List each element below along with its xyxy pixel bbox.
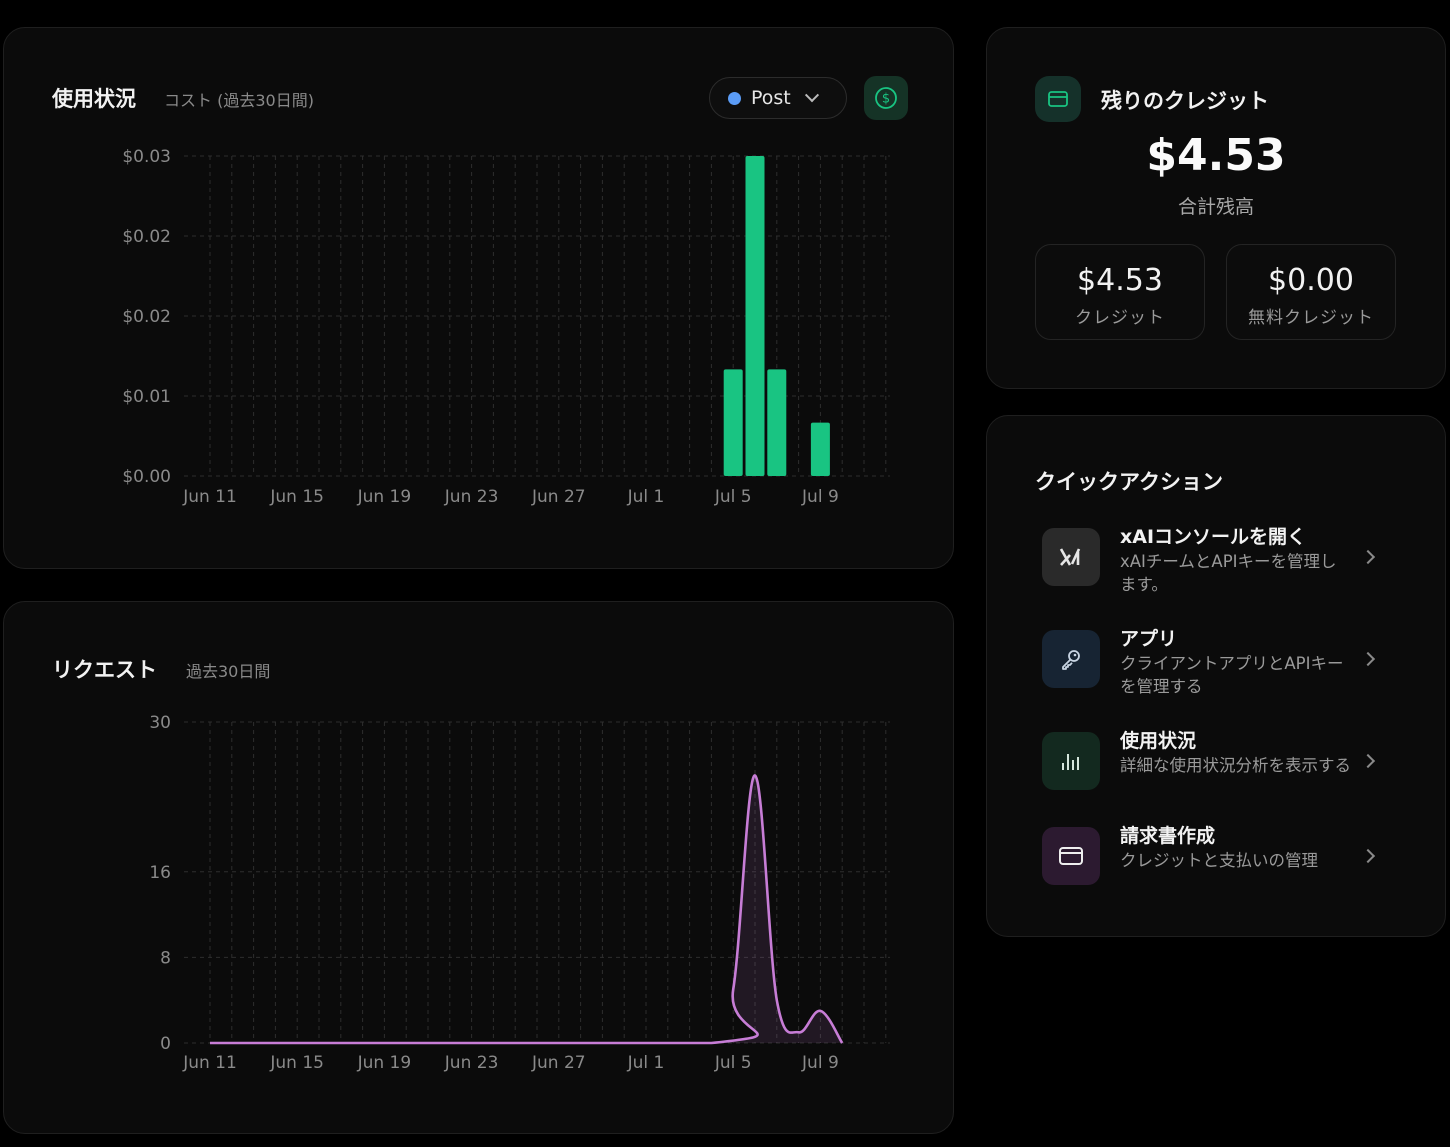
credit-card-icon (1059, 847, 1083, 865)
x-tick-label: Jul 1 (627, 487, 665, 507)
y-tick-label: 16 (149, 863, 171, 883)
x-tick-label: Jun 27 (531, 487, 586, 507)
qa-item-desc: 詳細な使用状況分析を表示する (1120, 756, 1351, 775)
x-tick-label: Jun 23 (444, 487, 499, 507)
credit-icon-box (1035, 76, 1081, 122)
paid-credit-box: $4.53 クレジット (1035, 244, 1205, 340)
qa-billing[interactable]: 請求書作成 クレジットと支払いの管理 (1037, 819, 1399, 909)
paid-credit-label: クレジット (1075, 308, 1165, 328)
cost-bar[interactable] (745, 156, 765, 476)
x-tick-label: Jul 5 (714, 1053, 752, 1073)
x-tick-label: Jun 19 (357, 487, 412, 507)
quick-actions-card: クイックアクション xAIコンソールを開く xAIチームとAPIキーを管理します… (986, 415, 1446, 937)
chevron-right-icon (1360, 651, 1376, 667)
y-tick-label: 8 (160, 948, 171, 968)
free-credit-value: $0.00 (1268, 263, 1354, 298)
qa-item-title: 請求書作成 (1120, 825, 1216, 847)
requests-chart: 0 8 16 30 Jun 11 Jun 15 Jun 19 Jun 23 Jun 27 Jul … (149, 713, 890, 1073)
x-tick-label: Jul 1 (627, 1053, 665, 1073)
credits-title: 残りのクレジット (1101, 89, 1269, 113)
key-icon (1062, 650, 1080, 670)
qa-apps-icon-box (1042, 630, 1100, 688)
x-tick-label: Jun 23 (444, 1053, 499, 1073)
qa-item-desc: クライアントアプリとAPIキーを管理する (1120, 654, 1344, 696)
qa-apps[interactable]: アプリ クライアントアプリとAPIキーを管理する (1037, 622, 1399, 712)
x-tick-label: Jun 19 (357, 1053, 412, 1073)
y-tick-label: 0 (160, 1034, 171, 1054)
credits-card: 残りのクレジット $4.53 合計残高 $4.53 クレジット $0.00 無料… (986, 27, 1446, 389)
x-tick-label: Jun 27 (531, 1053, 586, 1073)
usage-card: 使用状況 コスト (過去30日間) Post $ $0.00 $0.01 $0.02… (3, 27, 954, 569)
requests-card: リクエスト 過去30日間 0 8 16 30 Jun 11 Jun 15 Jun 19 Jun… (3, 601, 954, 1134)
qa-billing-icon-box (1042, 827, 1100, 885)
x-tick-label: Jul 9 (801, 487, 839, 507)
xai-logo-icon (1059, 548, 1081, 566)
cost-bar[interactable] (767, 369, 787, 476)
x-tick-label: Jul 9 (801, 1053, 839, 1073)
qa-xai-icon-box (1042, 528, 1100, 586)
chevron-right-icon (1360, 848, 1376, 864)
total-balance-label: 合計残高 (1177, 196, 1254, 218)
x-tick-label: Jun 15 (269, 487, 324, 507)
total-balance-value: $4.53 (1146, 130, 1286, 181)
x-tick-label: Jul 5 (714, 487, 752, 507)
qa-xai-console[interactable]: xAIコンソールを開く xAIチームとAPIキーを管理します。 (1037, 520, 1399, 610)
qa-usage[interactable]: 使用状況 詳細な使用状況分析を表示する (1037, 724, 1399, 814)
x-tick-label: Jun 15 (269, 1053, 324, 1073)
x-tick-label: Jun 11 (182, 487, 237, 507)
free-credit-box: $0.00 無料クレジット (1226, 244, 1396, 340)
cost-bar[interactable] (723, 369, 743, 476)
y-tick-label: $0.02 (122, 227, 171, 247)
qa-usage-icon-box (1042, 732, 1100, 790)
qa-item-title: xAIコンソールを開く (1120, 526, 1307, 548)
y-tick-label: $0.02 (122, 307, 171, 327)
paid-credit-value: $4.53 (1077, 263, 1163, 298)
y-tick-label: $0.01 (122, 387, 171, 407)
y-tick-label: $0.03 (122, 147, 171, 167)
qa-item-desc: xAIチームとAPIキーを管理します。 (1120, 552, 1337, 594)
bar-chart-icon (1062, 754, 1079, 770)
qa-item-desc: クレジットと支払いの管理 (1120, 851, 1318, 870)
credit-card-icon (1048, 91, 1068, 107)
y-tick-label: 30 (149, 713, 171, 733)
qa-item-title: アプリ (1120, 628, 1178, 650)
chevron-right-icon (1360, 753, 1376, 769)
y-tick-label: $0.00 (122, 467, 171, 487)
chevron-right-icon (1360, 549, 1376, 565)
qa-item-title: 使用状況 (1120, 730, 1197, 752)
cost-bar[interactable] (810, 422, 830, 476)
free-credit-label: 無料クレジット (1248, 308, 1374, 328)
cost-chart: $0.00 $0.01 $0.02 $0.02 $0.03 Jun 11 Jun 15 Jun… (122, 147, 890, 507)
x-tick-label: Jun 11 (182, 1053, 237, 1073)
quick-actions-title: クイックアクション (1035, 470, 1223, 494)
